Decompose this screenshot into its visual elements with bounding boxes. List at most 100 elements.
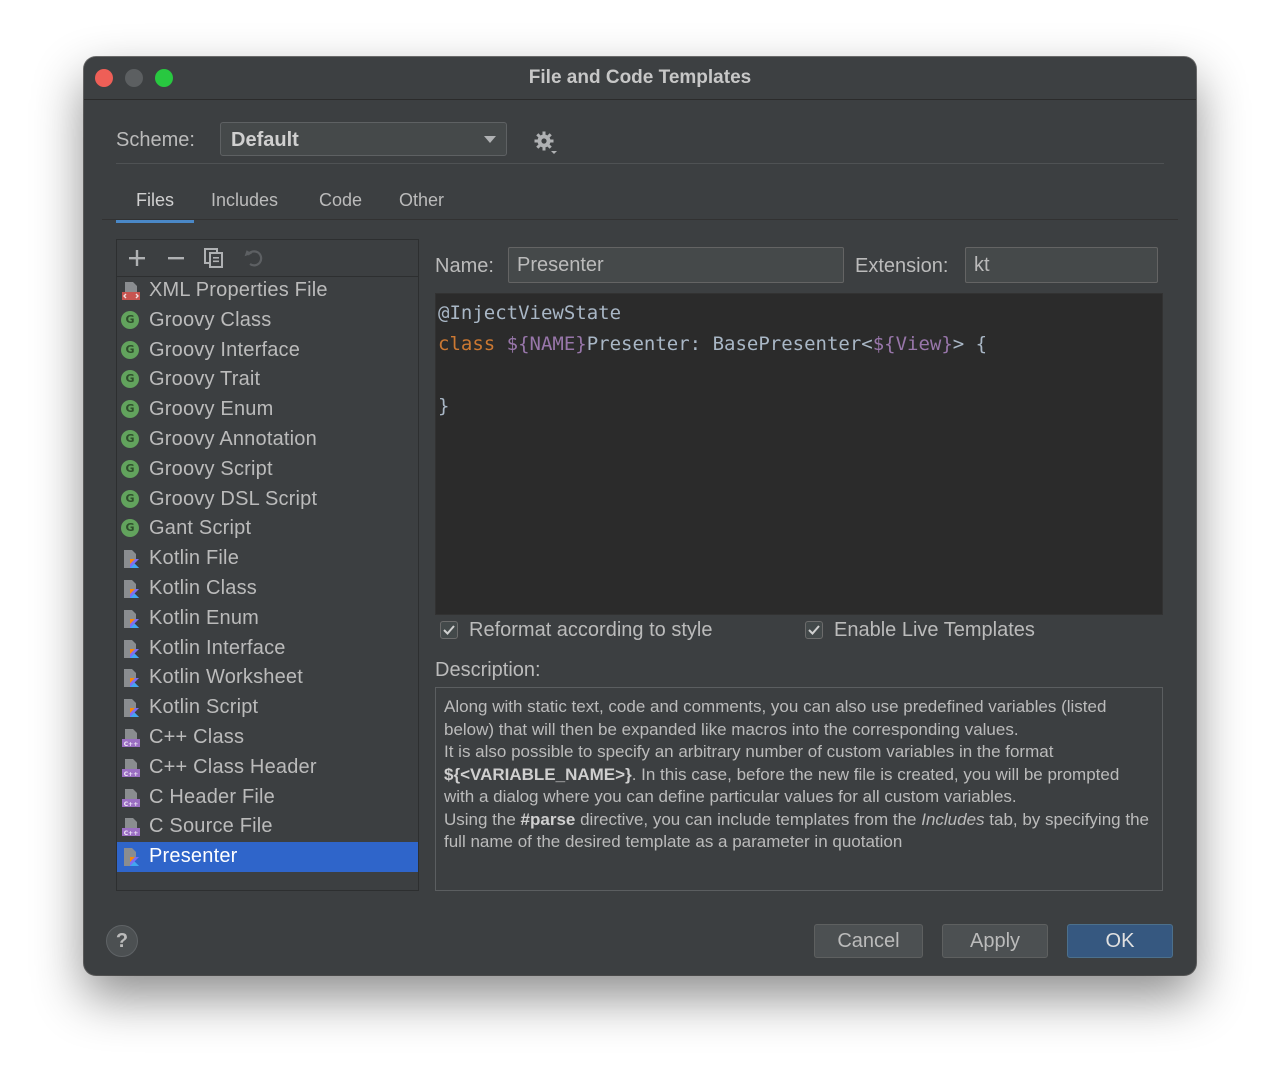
template-list-item-label: C++ Class Header — [149, 755, 317, 778]
kotlin-file-icon — [124, 848, 139, 867]
kotlin-file-icon — [124, 669, 139, 688]
title-bar: File and Code Templates — [84, 57, 1196, 100]
description-paragraph: Along with static text, code and comment… — [444, 697, 1107, 739]
template-list-item[interactable]: C++ C++ Class — [117, 723, 418, 753]
description-panel[interactable]: Along with static text, code and comment… — [435, 687, 1163, 891]
template-list-item[interactable]: Kotlin Class — [117, 574, 418, 604]
code-template-variable: ${NAME} — [506, 333, 587, 355]
kotlin-file-icon — [124, 609, 139, 628]
description-paragraph: It is also possible to specify an arbitr… — [444, 741, 1154, 809]
cancel-button[interactable]: Cancel — [814, 924, 923, 958]
groovy-icon: G — [121, 370, 139, 389]
svg-text:C++: C++ — [124, 801, 138, 808]
cpp-file-icon: C++ — [122, 788, 140, 808]
kotlin-file-icon — [124, 699, 139, 718]
code-line: } — [438, 395, 450, 417]
template-list-item-label: Groovy Trait — [149, 368, 261, 391]
divider — [116, 163, 1164, 164]
template-list-item[interactable]: Kotlin Interface — [117, 634, 418, 664]
template-list-item[interactable]: C++ C++ Class Header — [117, 753, 418, 783]
tab-code[interactable]: Code — [319, 185, 362, 219]
template-list-item-label: Groovy Class — [149, 308, 272, 331]
kotlin-file-icon — [124, 550, 139, 569]
description-segment: It is also possible to specify an arbitr… — [444, 742, 1054, 761]
template-list-item[interactable]: Kotlin File — [117, 544, 418, 574]
groovy-icon: G — [121, 519, 139, 538]
name-label: Name: — [435, 255, 494, 277]
help-button[interactable]: ? — [106, 925, 138, 957]
template-list-item-label: Gant Script — [149, 517, 252, 540]
template-list-item-label: Groovy Interface — [149, 338, 301, 361]
minus-icon[interactable] — [164, 246, 188, 270]
scheme-value: Default — [231, 129, 299, 151]
groovy-icon: G — [121, 340, 139, 359]
template-list-item-label: C Source File — [149, 815, 273, 838]
tab-divider — [102, 219, 1178, 220]
template-list-item[interactable]: Kotlin Worksheet — [117, 663, 418, 693]
template-list-item[interactable]: Kotlin Enum — [117, 604, 418, 634]
template-list-item[interactable]: XML Properties File — [117, 276, 418, 306]
kotlin-file-icon — [124, 580, 139, 598]
groovy-icon: G — [121, 400, 139, 419]
description-segment: Using the — [444, 809, 521, 829]
template-list-item[interactable]: C++ C Header File — [117, 783, 418, 813]
tab-files[interactable]: Files — [116, 185, 194, 223]
template-list-item[interactable]: G Groovy Script — [117, 455, 418, 485]
reformat-label: Reformat according to style — [469, 619, 713, 641]
extension-input[interactable] — [965, 247, 1158, 283]
template-list-item[interactable]: Presenter — [117, 842, 418, 873]
checkbox-box[interactable] — [440, 621, 458, 639]
tab-other[interactable]: Other — [399, 185, 444, 219]
template-list-item[interactable]: C++ C Source File — [117, 812, 418, 842]
template-list-item[interactable]: G Groovy Annotation — [117, 425, 418, 455]
template-list-item-label: Kotlin File — [149, 547, 240, 570]
template-list-item[interactable]: G Groovy Interface — [117, 336, 418, 366]
template-code-editor[interactable]: @InjectViewState class ${NAME}Presenter: … — [435, 293, 1163, 615]
window-title: File and Code Templates — [528, 67, 752, 88]
name-input[interactable] — [508, 247, 844, 283]
copy-icon[interactable] — [202, 246, 226, 270]
code-line: @InjectViewState — [438, 302, 622, 324]
svg-text:C++: C++ — [124, 741, 138, 748]
list-toolbar — [117, 240, 418, 277]
template-list-item-label: Groovy Enum — [149, 398, 274, 421]
template-list-panel: XML Properties File G Groovy Class G Groovy … — [116, 239, 419, 891]
cpp-file-icon: C++ — [122, 729, 140, 748]
extension-label: Extension: — [855, 255, 949, 277]
groovy-icon: G — [121, 489, 139, 508]
live-templates-label: Enable Live Templates — [834, 619, 1035, 641]
undo-icon[interactable] — [242, 246, 266, 270]
description-text: Along with static text, code and comment… — [444, 696, 1154, 854]
template-list-item-label: C++ Class — [149, 726, 245, 748]
plus-icon[interactable] — [125, 246, 149, 270]
checkmark-icon — [443, 625, 455, 635]
scheme-dropdown[interactable]: Default — [220, 122, 507, 156]
ok-button[interactable]: OK — [1067, 924, 1173, 958]
tab-includes[interactable]: Includes — [211, 185, 278, 219]
template-list-item[interactable]: G Groovy Enum — [117, 395, 418, 425]
groovy-icon: G — [121, 459, 139, 478]
xml-file-icon — [122, 282, 140, 300]
code-text: @InjectViewState class ${NAME}Presenter: … — [438, 298, 987, 422]
cpp-file-icon: C++ — [122, 758, 140, 778]
svg-text:C++: C++ — [124, 771, 138, 778]
description-code: #parse — [520, 809, 576, 829]
checkmark-icon — [808, 625, 820, 635]
code-text-segment: > { — [952, 333, 988, 355]
svg-text:C++: C++ — [124, 830, 138, 837]
apply-button[interactable]: Apply — [942, 924, 1048, 958]
gear-icon[interactable] — [533, 130, 559, 156]
code-line: ​ — [438, 360, 987, 391]
template-list-item[interactable]: G Gant Script — [117, 514, 418, 544]
code-text-segment: Presenter: BasePresenter< — [586, 333, 873, 355]
template-list-item-label: Groovy Annotation — [149, 428, 317, 450]
template-list-item[interactable]: G Groovy Class — [117, 306, 418, 336]
description-emphasis: Includes — [921, 809, 985, 829]
checkbox-box[interactable] — [805, 621, 823, 639]
template-list-item-label: Kotlin Script — [149, 696, 259, 719]
template-list-item[interactable]: G Groovy DSL Script — [117, 485, 418, 515]
template-list-item[interactable]: Kotlin Script — [117, 693, 418, 723]
template-list-item[interactable]: G Groovy Trait — [117, 365, 418, 395]
description-paragraph: Using the #parse directive, you can incl… — [444, 809, 1154, 854]
template-list-item-label: Presenter — [149, 845, 238, 868]
